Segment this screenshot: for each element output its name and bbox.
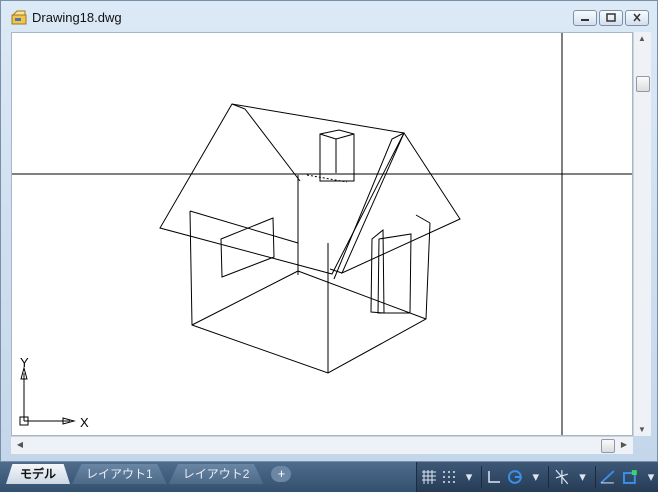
window-title: Drawing18.dwg <box>32 10 122 25</box>
restore-icon <box>606 13 616 22</box>
dropdown-icon[interactable]: ▾ <box>575 465 591 489</box>
drawing-window: Drawing18.dwg Y X ▲ ▼ ◀ ▶ <box>0 0 658 462</box>
close-icon <box>633 13 641 22</box>
vertical-scroll-thumb[interactable] <box>636 76 650 92</box>
separator <box>481 466 482 488</box>
object-snap-tracking-icon[interactable] <box>599 465 617 489</box>
house-top-edge <box>189 210 299 244</box>
roof-left-plane <box>159 103 405 275</box>
grid-icon[interactable] <box>421 465 437 489</box>
tab-model[interactable]: モデル <box>6 464 71 484</box>
minimize-icon <box>581 19 589 21</box>
house-walls <box>189 210 431 374</box>
house-floor-edge <box>297 270 427 320</box>
layout-tabs: モデル レイアウト1 レイアウト2 + <box>6 464 292 484</box>
side-window <box>220 217 275 278</box>
close-button[interactable] <box>625 10 649 26</box>
roof-joint <box>329 268 343 274</box>
title-bar[interactable]: Drawing18.dwg <box>1 1 657 31</box>
house-drawing: Y X <box>12 33 632 435</box>
minimize-button[interactable] <box>573 10 597 26</box>
chimney <box>319 129 355 182</box>
scroll-left-icon[interactable]: ◀ <box>13 440 27 449</box>
dropdown-icon[interactable]: ▾ <box>528 465 544 489</box>
model-space-viewport[interactable]: Y X <box>11 32 633 436</box>
autocad-file-icon <box>11 9 27 25</box>
ortho-icon[interactable] <box>486 465 502 489</box>
tab-layout1[interactable]: レイアウト1 <box>72 464 167 484</box>
snap-icon[interactable] <box>441 465 457 489</box>
horizontal-scrollbar[interactable]: ◀ ▶ <box>11 436 633 454</box>
right-wall-top <box>415 214 431 224</box>
scroll-up-icon[interactable]: ▲ <box>635 34 649 43</box>
house-floor-edge-2 <box>191 270 299 326</box>
status-bar: モデル レイアウト1 レイアウト2 + ▾ ▾ ▾ ▾ <box>0 462 658 492</box>
polar-icon[interactable] <box>506 465 524 489</box>
dropdown-icon[interactable]: ▾ <box>643 465 658 489</box>
tab-layout2[interactable]: レイアウト2 <box>168 464 264 484</box>
roof-right-plane <box>341 131 461 275</box>
ucs-y-label: Y <box>20 355 29 370</box>
scroll-down-icon[interactable]: ▼ <box>635 425 649 434</box>
separator <box>547 466 549 488</box>
dropdown-icon[interactable]: ▾ <box>461 465 477 489</box>
separator <box>594 466 596 488</box>
status-tools: ▾ ▾ ▾ ▾ <box>416 462 658 492</box>
isodraft-icon[interactable] <box>553 465 571 489</box>
object-snap-icon[interactable] <box>621 465 639 489</box>
horizontal-scroll-thumb[interactable] <box>601 439 615 453</box>
roof-front-edge <box>333 132 405 280</box>
ucs-icon <box>19 366 76 426</box>
add-layout-button[interactable]: + <box>271 466 292 482</box>
roof-ridge-edge <box>231 103 301 182</box>
maximize-button[interactable] <box>599 10 623 26</box>
vertical-scrollbar[interactable]: ▲ ▼ <box>633 32 651 436</box>
scroll-right-icon[interactable]: ▶ <box>617 440 631 449</box>
ucs-x-label: X <box>80 415 89 430</box>
